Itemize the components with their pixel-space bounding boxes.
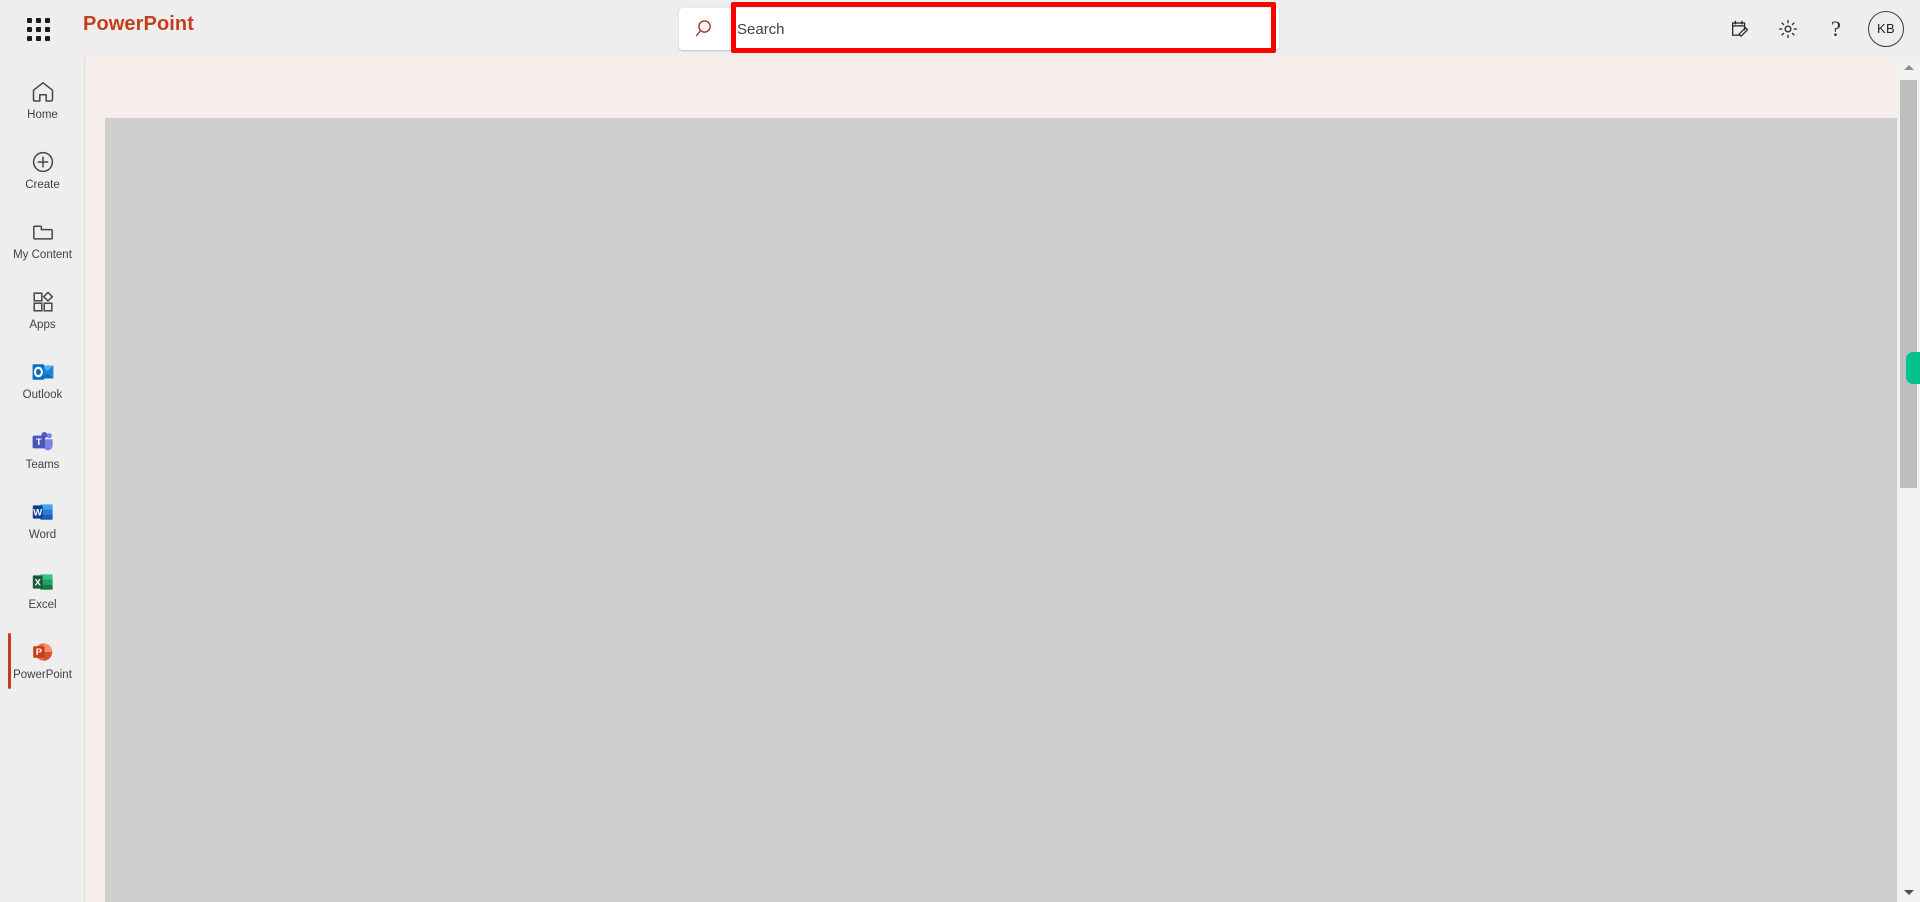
sidebar-item-label: Home (27, 109, 58, 122)
excel-icon: X (29, 568, 57, 596)
sidebar-item-label: Apps (29, 319, 56, 332)
scroll-up-arrow-icon[interactable] (1897, 57, 1920, 77)
svg-text:W: W (33, 507, 42, 518)
header-action-group: ? KB (1716, 0, 1910, 57)
powerpoint-icon: P (29, 638, 57, 666)
word-icon: W (29, 498, 57, 526)
app-brand-title[interactable]: PowerPoint (83, 13, 194, 36)
sidebar-item-label: Excel (28, 599, 57, 612)
pointer-position-indicator (1906, 352, 1920, 384)
powerpoint-web-app: PowerPoint Search ? KB Home Create My Co… (0, 0, 1920, 902)
teams-icon: T (29, 428, 57, 456)
help-icon[interactable]: ? (1812, 5, 1860, 53)
sidebar-item-label: Outlook (22, 389, 63, 402)
help-question-glyph: ? (1831, 15, 1841, 41)
sidebar-item-apps[interactable]: Apps (0, 275, 85, 345)
svg-text:T: T (35, 437, 41, 448)
sidebar-item-label: My Content (13, 249, 72, 262)
sidebar-item-powerpoint[interactable]: P PowerPoint (0, 625, 85, 695)
svg-text:P: P (35, 646, 41, 657)
search-box[interactable] (679, 8, 1279, 50)
page-canvas (86, 57, 1897, 902)
sidebar-item-label: Word (28, 529, 57, 542)
main-content-area (86, 57, 1920, 902)
sidebar-item-label: Teams (25, 459, 60, 472)
scroll-down-arrow-icon[interactable] (1897, 882, 1920, 902)
note-check-icon[interactable] (1716, 5, 1764, 53)
vertical-scrollbar[interactable] (1897, 57, 1920, 902)
create-plus-icon (29, 148, 57, 176)
apps-grid-icon (29, 288, 57, 316)
sidebar-item-word[interactable]: W Word (0, 485, 85, 555)
sidebar-item-teams[interactable]: T Teams (0, 415, 85, 485)
sidebar-item-label: PowerPoint (13, 669, 72, 682)
app-launcher-waffle-icon[interactable] (21, 12, 54, 45)
sidebar-item-my-content[interactable]: My Content (0, 205, 85, 275)
sidebar-item-outlook[interactable]: Outlook (0, 345, 85, 415)
scrollbar-thumb[interactable] (1900, 80, 1917, 488)
search-icon (679, 18, 733, 40)
scrollbar-track[interactable] (1897, 488, 1920, 902)
left-navigation-rail: Home Create My Content Apps Outlook T Te… (0, 57, 85, 902)
top-header-bar: PowerPoint Search ? KB (0, 0, 1920, 57)
home-icon (29, 78, 57, 106)
content-placeholder-panel (105, 118, 1897, 902)
sidebar-item-excel[interactable]: X Excel (0, 555, 85, 625)
sidebar-item-create[interactable]: Create (0, 135, 85, 205)
sidebar-item-home[interactable]: Home (0, 65, 85, 135)
outlook-icon (29, 358, 57, 386)
sidebar-item-label: Create (25, 179, 60, 192)
gear-icon[interactable] (1764, 5, 1812, 53)
svg-text:X: X (34, 577, 41, 588)
search-input[interactable] (733, 8, 1279, 50)
folder-icon (29, 218, 57, 246)
account-avatar[interactable]: KB (1868, 10, 1904, 47)
